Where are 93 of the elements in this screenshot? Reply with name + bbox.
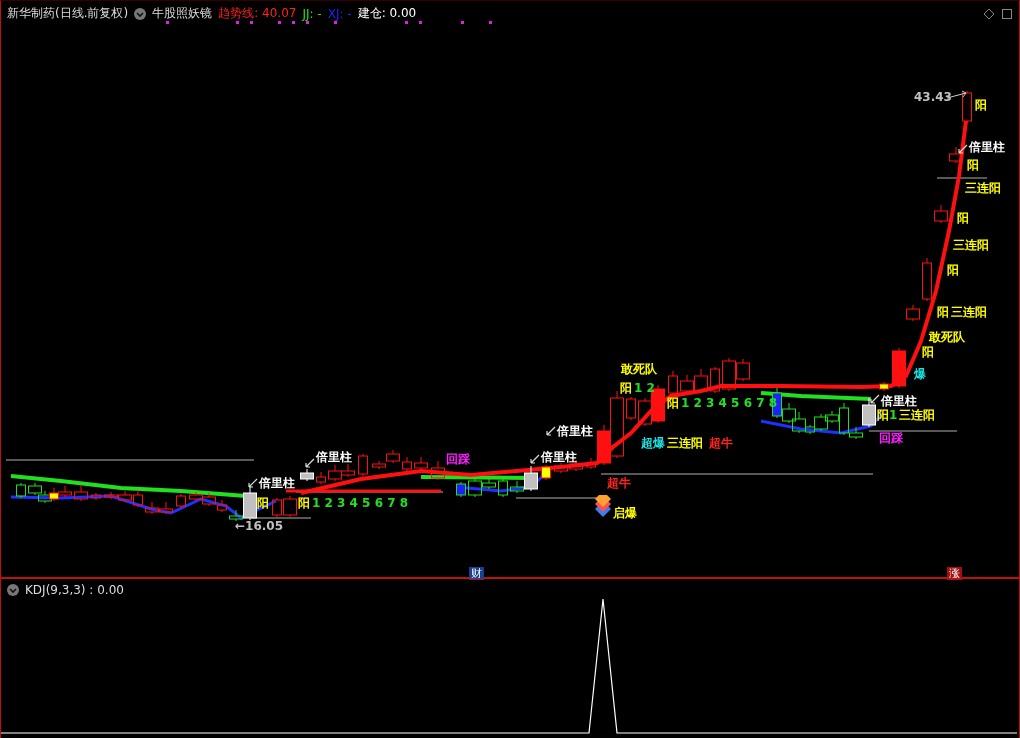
candlestick xyxy=(626,396,636,421)
chart-label: 阳 xyxy=(967,159,979,172)
candlestick xyxy=(91,492,101,501)
chart-label: 超牛 xyxy=(607,477,631,490)
chart-label: 回踩 xyxy=(446,453,470,466)
candlestick xyxy=(58,485,72,498)
candlestick xyxy=(176,493,186,509)
chart-label: 超爆 xyxy=(641,437,665,450)
candlestick xyxy=(922,257,932,302)
candlestick xyxy=(949,146,963,164)
pointer-arrow xyxy=(248,478,258,488)
candlestick xyxy=(402,456,412,472)
indicator-name: 牛股照妖镜 xyxy=(152,5,213,22)
candlestick xyxy=(638,397,652,427)
chart-label: 1 2 xyxy=(634,382,655,395)
candlestick xyxy=(934,204,948,224)
pointer-arrow xyxy=(530,454,540,464)
chart-label: 倍里柱 xyxy=(316,451,352,464)
diamond-icon[interactable] xyxy=(983,8,995,20)
pointer-arrow xyxy=(546,426,556,436)
pointer-arrow xyxy=(870,394,880,404)
chart-label: 阳 xyxy=(975,99,987,112)
chart-label: 回踩 xyxy=(879,432,903,445)
candlestick xyxy=(38,490,52,504)
candlestick xyxy=(680,374,694,394)
pointer-arrow xyxy=(305,458,315,468)
indicator-reading: 建仓: 0.00 xyxy=(357,5,417,22)
candlestick xyxy=(328,464,342,482)
chart-label: 阳 xyxy=(667,397,679,410)
candlestick xyxy=(272,497,282,518)
chart-label: 三连阳 xyxy=(953,239,989,252)
chart-label: ←16.05 xyxy=(235,520,283,533)
candlestick xyxy=(49,487,59,502)
stock-title: 新华制药(日线.前复权) xyxy=(7,5,129,22)
gem-icon xyxy=(595,495,611,517)
chart-label: 阳 xyxy=(937,306,949,319)
square-icon[interactable] xyxy=(1001,8,1013,20)
indicator-reading: XJ: - xyxy=(327,6,352,21)
indicator-reading: 趋势线: 40.07 xyxy=(218,5,297,22)
candlestick xyxy=(541,464,551,481)
candlestick xyxy=(341,463,355,478)
candlestick xyxy=(217,499,227,513)
candlestick xyxy=(145,501,159,515)
signal-tag: 涨 xyxy=(947,567,962,580)
chart-label: 阳 xyxy=(957,212,969,225)
chart-label: 阳 xyxy=(922,346,934,359)
chart-label: 倍里柱 xyxy=(557,425,593,438)
chart-label: 三连阳 xyxy=(951,306,987,319)
chart-label: 阳 xyxy=(947,264,959,277)
chart-label: 倍里柱 xyxy=(259,477,295,490)
candlestick xyxy=(16,482,26,499)
chart-label: 敢死队 xyxy=(929,331,965,344)
candlestick xyxy=(316,471,326,485)
chart-label: 阳 xyxy=(298,497,310,510)
chart-label: 超牛 xyxy=(709,437,733,450)
chart-label: 倍里柱 xyxy=(541,451,577,464)
chart-label: 1 2 3 4 5 6 7 8 xyxy=(312,497,409,510)
indicator-reading: JJ: - xyxy=(302,6,322,21)
candlestick xyxy=(892,347,906,389)
candlestick xyxy=(962,90,972,124)
dropdown-icon[interactable] xyxy=(7,584,19,596)
chart-label: 倍里柱 xyxy=(969,141,1005,154)
candlestick xyxy=(879,381,889,392)
dropdown-icon[interactable] xyxy=(134,7,147,20)
pointer-arrow xyxy=(958,144,968,154)
chart-label: 三连阳 xyxy=(965,182,1001,195)
candlestick xyxy=(414,456,428,471)
signal-tag: 财 xyxy=(469,567,484,580)
chart-label: 启爆 xyxy=(613,507,637,520)
chart-label: 倍里柱 xyxy=(881,395,917,408)
chart-label: 阳 xyxy=(620,382,632,395)
chart-label: 1 xyxy=(889,409,898,422)
candlestick xyxy=(28,482,42,496)
candlestick xyxy=(202,492,216,507)
chart-label: 43.43 xyxy=(914,91,952,104)
candlestick xyxy=(668,370,678,396)
indicator-name: KDJ(9,3,3) : 0.00 xyxy=(25,583,124,597)
chart-label: 敢死队 xyxy=(621,363,657,376)
chart-label: 三连阳 xyxy=(899,409,935,422)
candlestick xyxy=(431,460,445,481)
candlestick xyxy=(694,368,708,394)
candlestick xyxy=(159,501,173,515)
chart-label: 爆 xyxy=(914,368,926,381)
candlestick xyxy=(283,495,297,518)
candlestick xyxy=(554,462,568,474)
chart-label: 三连阳 xyxy=(667,437,703,450)
candlestick xyxy=(710,366,720,394)
candlestick xyxy=(189,491,203,502)
candlestick xyxy=(358,453,368,477)
candlestick xyxy=(906,304,920,322)
candlestick xyxy=(456,481,466,498)
candlestick xyxy=(300,468,314,482)
candlestick xyxy=(74,484,88,502)
